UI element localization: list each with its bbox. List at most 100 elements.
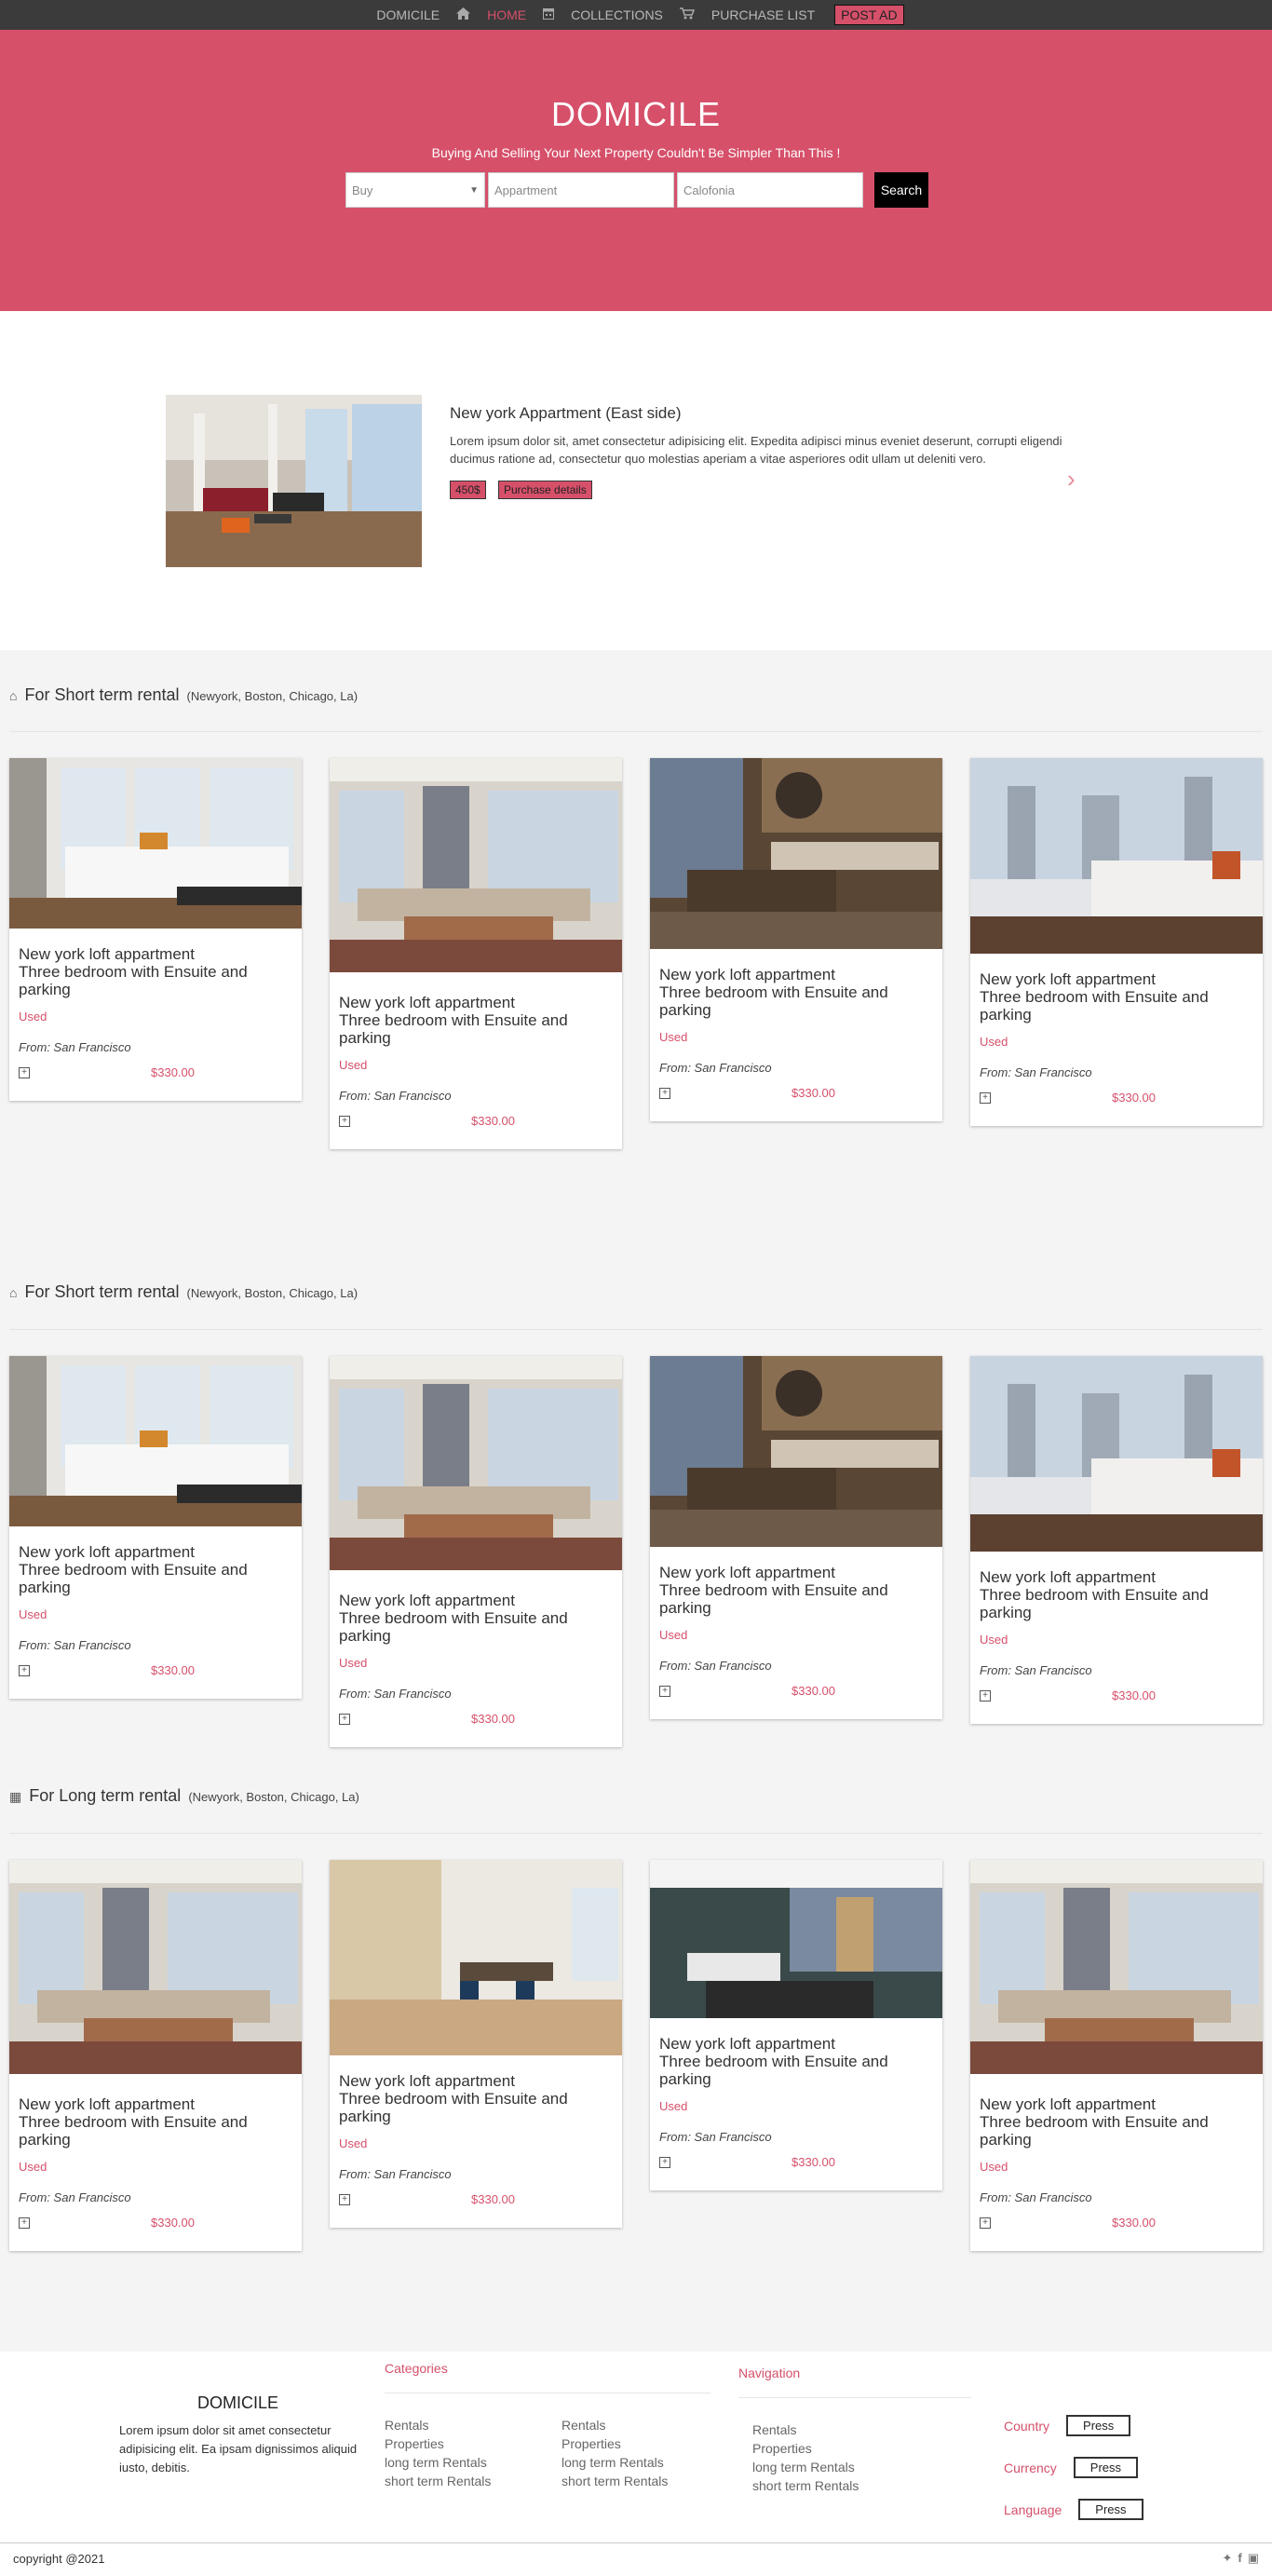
listing-image[interactable]	[9, 1356, 302, 1526]
property-input[interactable]: Appartment	[488, 172, 674, 208]
listing-card[interactable]: New york loft appartment Three bedroom wi…	[330, 758, 622, 1149]
search-button[interactable]: Search	[874, 172, 928, 208]
listing-title: New york loft appartment Three bedroom wi…	[970, 970, 1263, 1024]
country-press-button[interactable]: Press	[1066, 2415, 1131, 2436]
listing-location: From: San Francisco	[980, 1065, 1092, 1079]
add-icon[interactable]: +	[980, 1091, 991, 1104]
nav-purchase-list[interactable]: PURCHASE LIST	[711, 7, 815, 22]
listing-price: $330.00	[471, 2192, 515, 2206]
listing-footer: + $330.00	[970, 1091, 1263, 1105]
country-label: Country	[1004, 2418, 1050, 2434]
listing-image[interactable]	[650, 758, 942, 949]
nav-collections[interactable]: COLLECTIONS	[571, 7, 663, 22]
add-icon[interactable]: +	[339, 2193, 350, 2205]
listing-card[interactable]: New york loft appartment Three bedroom wi…	[330, 1860, 622, 2228]
listing-subtitle-line: Three bedroom with Ensuite and parking	[19, 2113, 248, 2149]
listing-image[interactable]	[650, 1356, 942, 1547]
copyright-text: copyright @2021	[13, 2552, 105, 2566]
footer-link[interactable]: Rentals	[752, 2420, 859, 2439]
add-icon[interactable]: +	[659, 1087, 670, 1099]
footer-link[interactable]: long term Rentals	[752, 2458, 859, 2476]
nav-brand[interactable]: DOMICILE	[376, 7, 440, 22]
section-divider	[9, 1329, 1263, 1330]
footer-link[interactable]: Rentals	[562, 2416, 668, 2434]
add-icon[interactable]: +	[980, 2217, 991, 2229]
add-icon[interactable]: +	[659, 1685, 670, 1697]
footer-link[interactable]: Properties	[562, 2434, 668, 2453]
listing-card[interactable]: New york loft appartment Three bedroom wi…	[970, 758, 1263, 1126]
listing-image[interactable]	[9, 1860, 302, 2079]
listing-price: $330.00	[151, 2216, 195, 2230]
search-bar: Buy ▼ Appartment Calofonia Search	[345, 172, 928, 208]
listing-card[interactable]: New york loft appartment Three bedroom wi…	[9, 1356, 302, 1699]
section-title: For Long term rental	[29, 1786, 182, 1805]
facebook-icon[interactable]: f	[1238, 2551, 1241, 2566]
calendar-icon	[543, 7, 555, 22]
listing-card[interactable]: New york loft appartment Three bedroom wi…	[330, 1356, 622, 1747]
listing-image[interactable]	[330, 1356, 622, 1575]
twitter-icon[interactable]: ✦	[1222, 2551, 1232, 2566]
listing-image[interactable]	[970, 1860, 1263, 2079]
listing-image[interactable]	[330, 758, 622, 977]
add-icon[interactable]: +	[339, 1115, 350, 1127]
listing-location: From: San Francisco	[19, 1040, 131, 1054]
listing-location: From: San Francisco	[659, 2130, 772, 2144]
listing-location: From: San Francisco	[980, 1663, 1092, 1677]
add-icon[interactable]: +	[339, 1713, 350, 1725]
add-icon[interactable]: +	[19, 2217, 30, 2229]
footer: DOMICILE Lorem ipsum dolor sit amet cons…	[0, 2352, 1272, 2542]
listing-condition: Used	[19, 1607, 47, 1621]
listing-card[interactable]: New york loft appartment Three bedroom wi…	[970, 1356, 1263, 1724]
add-icon[interactable]: +	[19, 1066, 30, 1078]
listing-card[interactable]: New york loft appartment Three bedroom wi…	[9, 758, 302, 1101]
location-input[interactable]: Calofonia	[677, 172, 863, 208]
listing-image[interactable]	[9, 758, 302, 929]
footer-link[interactable]: Properties	[752, 2439, 859, 2458]
post-ad-button[interactable]: POST AD	[834, 5, 904, 25]
add-icon[interactable]: +	[659, 2156, 670, 2168]
listing-location: From: San Francisco	[339, 1089, 452, 1103]
language-row: Language Press	[1004, 2499, 1143, 2520]
listing-footer: + $330.00	[650, 1086, 942, 1100]
type-select[interactable]: Buy ▼	[345, 172, 485, 208]
listing-card[interactable]: New york loft appartment Three bedroom wi…	[970, 1860, 1263, 2251]
listing-card[interactable]: New york loft appartment Three bedroom wi…	[650, 758, 942, 1121]
featured-price-tag[interactable]: 450$	[450, 481, 486, 499]
instagram-icon[interactable]: ▣	[1248, 2551, 1259, 2566]
currency-press-button[interactable]: Press	[1073, 2457, 1139, 2478]
listing-card[interactable]: New york loft appartment Three bedroom wi…	[650, 1356, 942, 1719]
listing-title: New york loft appartment Three bedroom wi…	[9, 2095, 302, 2149]
listing-card[interactable]: New york loft appartment Three bedroom wi…	[650, 1860, 942, 2190]
next-arrow-icon[interactable]: ›	[1067, 465, 1076, 494]
purchase-details-button[interactable]: Purchase details	[498, 481, 592, 499]
listing-card[interactable]: New york loft appartment Three bedroom wi…	[9, 1860, 302, 2251]
featured-image[interactable]	[166, 395, 422, 567]
listing-image[interactable]	[330, 1860, 622, 2055]
footer-link[interactable]: short term Rentals	[562, 2472, 668, 2490]
section-subtitle: (Newyork, Boston, Chicago, La)	[188, 1790, 359, 1804]
featured-description: Lorem ipsum dolor sit, amet consectetur …	[450, 434, 1062, 466]
listing-subtitle-line: Three bedroom with Ensuite and parking	[339, 1011, 568, 1047]
footer-about: Lorem ipsum dolor sit amet consectetur a…	[119, 2423, 358, 2474]
add-icon[interactable]: +	[19, 1664, 30, 1676]
listing-image[interactable]	[970, 758, 1263, 954]
footer-link[interactable]: Rentals	[385, 2416, 491, 2434]
hero-banner: DOMICILE Buying And Selling Your Next Pr…	[0, 30, 1272, 311]
listing-subtitle-line: Three bedroom with Ensuite and parking	[980, 2113, 1209, 2149]
footer-link[interactable]: short term Rentals	[752, 2476, 859, 2495]
house-icon: ⌂	[9, 688, 18, 703]
footer-link[interactable]: short term Rentals	[385, 2472, 491, 2490]
listing-price: $330.00	[1112, 1688, 1156, 1702]
footer-link[interactable]: long term Rentals	[385, 2453, 491, 2472]
listing-image[interactable]	[650, 1860, 942, 2018]
listing-title: New york loft appartment Three bedroom wi…	[9, 945, 302, 998]
section-divider	[9, 731, 1263, 732]
footer-link[interactable]: long term Rentals	[562, 2453, 668, 2472]
listing-title-line: New york loft appartment	[19, 1543, 195, 1561]
language-press-button[interactable]: Press	[1078, 2499, 1143, 2520]
listing-title: New york loft appartment Three bedroom wi…	[9, 1543, 302, 1596]
listing-image[interactable]	[970, 1356, 1263, 1552]
nav-home[interactable]: HOME	[487, 7, 526, 22]
add-icon[interactable]: +	[980, 1689, 991, 1702]
footer-link[interactable]: Properties	[385, 2434, 491, 2453]
